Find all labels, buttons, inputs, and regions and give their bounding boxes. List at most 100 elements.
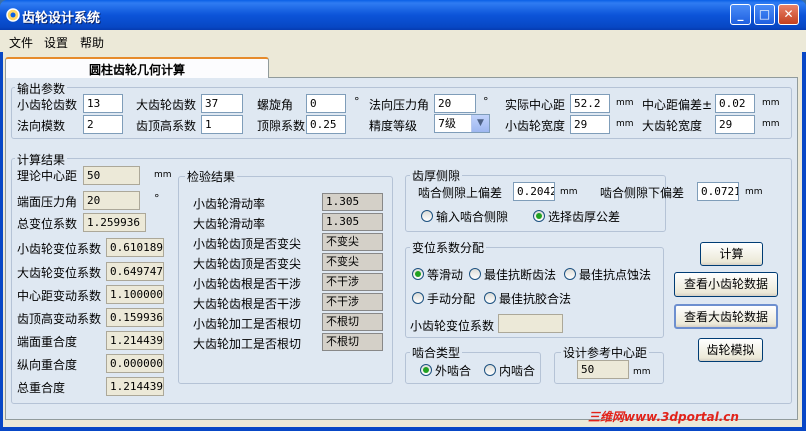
calc-value: 1.259936 — [83, 213, 146, 232]
check-value: 不变尖 — [322, 253, 383, 271]
backlash-upper-label: 啮合侧隙上偏差 — [418, 186, 503, 200]
calc-value: 1.214439 — [106, 331, 164, 350]
check-label: 小齿轮齿顶是否变尖 — [193, 237, 302, 251]
radio-select-tolerance-label[interactable]: 选择齿厚公差 — [548, 208, 620, 225]
radio-equal-slide-label[interactable]: 等滑动 — [427, 266, 463, 283]
calc-label: 中心距变动系数 — [17, 289, 102, 303]
check-value: 1.305 — [322, 213, 383, 231]
tab-label: 圆柱齿轮几何计算 — [88, 63, 185, 77]
check-results-title: 检验结果 — [185, 168, 238, 185]
check-label: 大齿轮齿顶是否变尖 — [193, 257, 302, 271]
clearance-coef-input[interactable]: 0.25 — [306, 115, 346, 134]
maximize-button[interactable]: □ — [754, 4, 775, 25]
center-deviation-input[interactable]: 0.02 — [715, 94, 755, 113]
menu-file[interactable]: 文件 — [9, 34, 33, 51]
backlash-lower-unit: mm — [745, 187, 763, 197]
radio-anti-scuffing-label[interactable]: 最佳抗胶合法 — [499, 290, 571, 307]
view-big-gear-button[interactable]: 查看大齿轮数据 — [674, 304, 778, 329]
check-value: 不干涉 — [322, 293, 383, 311]
radio-manual-label[interactable]: 手动分配 — [427, 290, 475, 307]
big-teeth-input[interactable]: 37 — [201, 94, 243, 113]
calc-value: 20 — [83, 191, 140, 210]
small-width-unit: mm — [616, 119, 634, 129]
small-width-label: 小齿轮宽度 — [505, 119, 566, 133]
window-title: 齿轮设计系统 — [22, 11, 101, 26]
actual-center-input[interactable]: 52.2 — [570, 94, 610, 113]
calc-value: 0.159936 — [106, 308, 164, 327]
calculate-button[interactable]: 计算 — [700, 242, 763, 266]
calc-label: 端面压力角 — [17, 195, 78, 209]
radio-equal-slide[interactable] — [412, 268, 424, 280]
radio-external-mesh[interactable] — [420, 364, 432, 376]
title-bar[interactable] — [0, 0, 806, 30]
addendum-coef-input[interactable]: 1 — [201, 115, 243, 134]
check-value: 1.305 — [322, 193, 383, 211]
backlash-upper-unit: mm — [560, 187, 578, 197]
small-shift-label: 小齿轮变位系数 — [410, 319, 495, 333]
pressure-angle-unit: ° — [483, 95, 489, 108]
menu-help[interactable]: 帮助 — [80, 34, 104, 51]
calc-label: 纵向重合度 — [17, 358, 78, 372]
radio-anti-break[interactable] — [469, 268, 481, 280]
radio-anti-pitting[interactable] — [564, 268, 576, 280]
radio-external-mesh-label[interactable]: 外啮合 — [435, 362, 471, 379]
center-deviation-unit: mm — [762, 98, 780, 108]
window-frame-right — [802, 30, 806, 431]
check-label: 小齿轮齿根是否干涉 — [193, 277, 302, 291]
check-label: 大齿轮齿根是否干涉 — [193, 297, 302, 311]
check-value: 不根切 — [322, 333, 383, 351]
radio-manual[interactable] — [412, 292, 424, 304]
minimize-button[interactable]: _ — [730, 4, 751, 25]
radio-internal-mesh-label[interactable]: 内啮合 — [499, 362, 535, 379]
radio-internal-mesh[interactable] — [484, 364, 496, 376]
calc-label: 端面重合度 — [17, 335, 78, 349]
small-teeth-input[interactable]: 13 — [83, 94, 123, 113]
mesh-type-title: 啮合类型 — [410, 344, 463, 361]
calc-unit: ° — [154, 192, 160, 205]
calc-value: 0.000000 — [106, 354, 164, 373]
radio-anti-scuffing[interactable] — [484, 292, 496, 304]
close-button[interactable]: ✕ — [778, 4, 799, 25]
big-width-label: 大齿轮宽度 — [642, 119, 703, 133]
backlash-title: 齿厚侧隙 — [410, 167, 463, 184]
addendum-coef-label: 齿顶高系数 — [136, 119, 197, 133]
chevron-down-icon[interactable]: ▼ — [471, 115, 489, 132]
calc-label: 大齿轮变位系数 — [17, 266, 102, 280]
calc-value: 0.649747 — [106, 262, 164, 281]
window-frame-bottom — [0, 427, 806, 431]
small-teeth-label: 小齿轮齿数 — [17, 98, 78, 112]
shift-distribution-title: 变位系数分配 — [410, 239, 487, 256]
big-width-input[interactable]: 29 — [715, 115, 755, 134]
backlash-upper-input[interactable]: 0.2042 — [513, 182, 555, 201]
center-deviation-label: 中心距偏差± — [642, 98, 713, 112]
big-teeth-label: 大齿轮齿数 — [136, 98, 197, 112]
calc-value: 0.610189 — [106, 238, 164, 257]
calc-results-title: 计算结果 — [15, 151, 68, 168]
helix-angle-input[interactable]: 0 — [306, 94, 346, 113]
radio-anti-break-label[interactable]: 最佳抗断齿法 — [484, 266, 556, 283]
actual-center-label: 实际中心距 — [505, 98, 566, 112]
pressure-angle-input[interactable]: 20 — [434, 94, 476, 113]
gear-simulation-button[interactable]: 齿轮模拟 — [698, 338, 763, 362]
check-label: 小齿轮加工是否根切 — [193, 317, 302, 331]
backlash-lower-label: 啮合侧隙下偏差 — [600, 186, 685, 200]
backlash-lower-input[interactable]: 0.0721 — [697, 182, 739, 201]
small-width-input[interactable]: 29 — [570, 115, 610, 134]
precision-grade-select[interactable]: 7级 ▼ — [434, 114, 490, 133]
small-shift-input[interactable] — [498, 314, 563, 333]
helix-angle-unit: ° — [354, 95, 360, 108]
radio-input-backlash[interactable] — [421, 210, 433, 222]
radio-input-backlash-label[interactable]: 输入啮合侧隙 — [436, 208, 508, 225]
menu-settings[interactable]: 设置 — [44, 34, 68, 51]
radio-select-tolerance[interactable] — [533, 210, 545, 222]
normal-module-input[interactable]: 2 — [83, 115, 123, 134]
normal-module-label: 法向模数 — [17, 119, 66, 133]
check-value: 不干涉 — [322, 273, 383, 291]
check-label: 大齿轮滑动率 — [193, 217, 266, 231]
calc-label: 齿顶高变动系数 — [17, 312, 102, 326]
radio-anti-pitting-label[interactable]: 最佳抗点蚀法 — [579, 266, 651, 283]
helix-angle-label: 螺旋角 — [257, 98, 294, 112]
check-label: 大齿轮加工是否根切 — [193, 337, 302, 351]
view-small-gear-button[interactable]: 查看小齿轮数据 — [674, 272, 778, 297]
calc-label: 小齿轮变位系数 — [17, 242, 102, 256]
